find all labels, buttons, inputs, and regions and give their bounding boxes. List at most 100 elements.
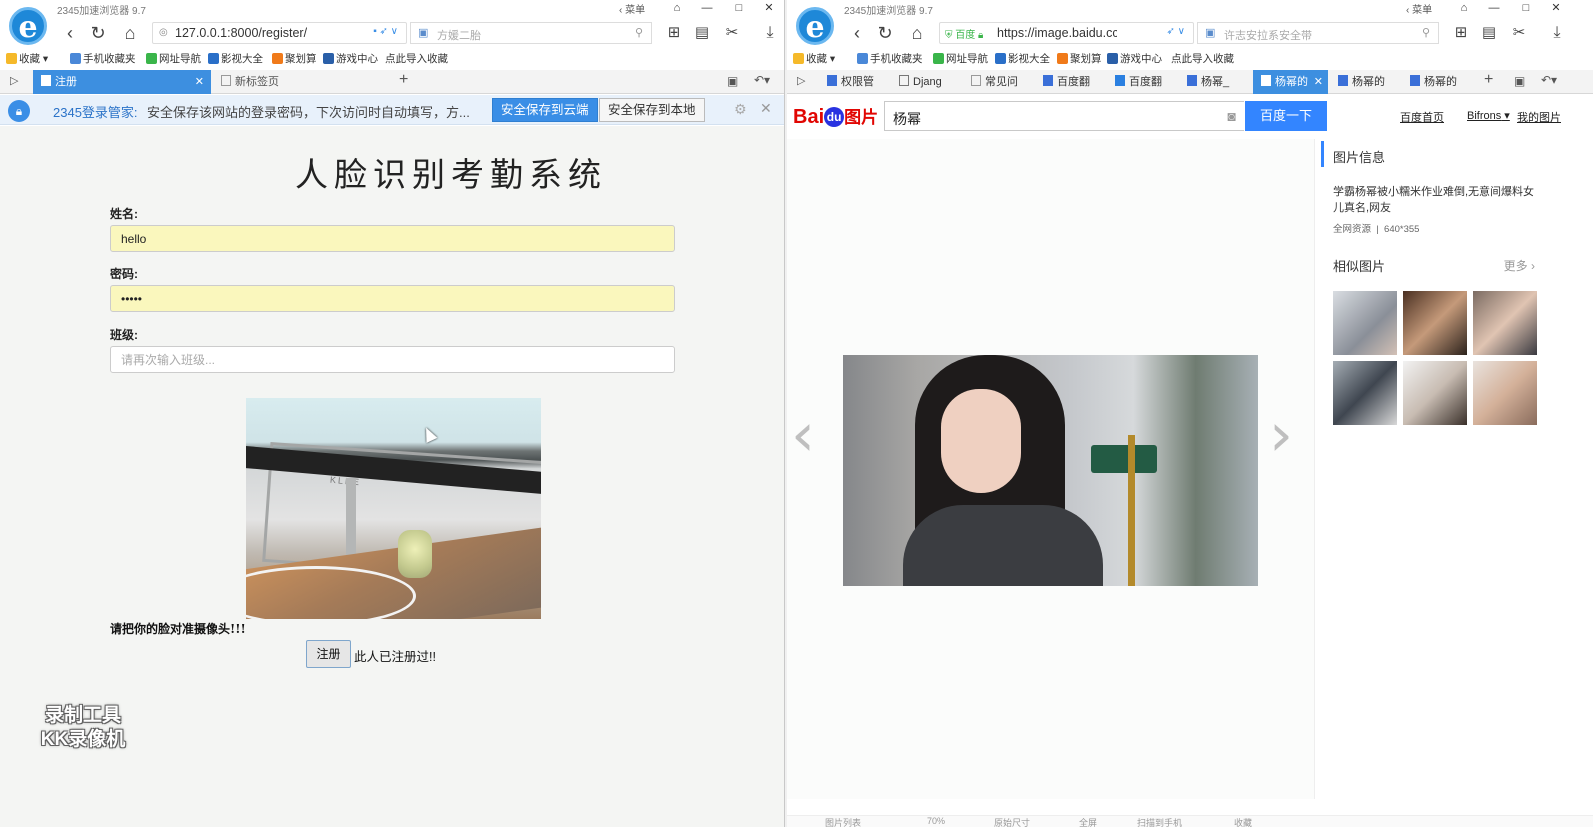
tab-item[interactable]: 杨幂的: [1402, 70, 1472, 94]
bookmark-item[interactable]: 影视大全: [208, 51, 263, 66]
toolbar-scan-to-phone[interactable]: 扫描到手机: [1137, 816, 1182, 827]
download-icon[interactable]: ⤓: [757, 20, 783, 46]
bookmark-favorites[interactable]: 收藏 ▾: [793, 51, 835, 66]
screenshot-icon[interactable]: ✂: [719, 20, 745, 46]
image-search-input[interactable]: 杨幂 ◙: [884, 101, 1244, 131]
similar-image-thumb[interactable]: [1333, 361, 1397, 425]
reader-icon[interactable]: ▤: [1476, 20, 1502, 46]
skin-icon[interactable]: ⌂: [1453, 0, 1475, 16]
bookmark-item[interactable]: 游戏中心: [1107, 51, 1162, 66]
save-to-cloud-button[interactable]: 安全保存到云端: [492, 98, 598, 122]
bookmark-import[interactable]: 点此导入收藏: [1171, 51, 1234, 66]
menu-button[interactable]: ‹ 菜单: [1406, 1, 1432, 16]
download-icon[interactable]: ⤓: [1544, 20, 1570, 46]
bookmark-item[interactable]: 手机收藏夹: [857, 51, 923, 66]
bag-icon[interactable]: ▣: [1514, 74, 1525, 88]
prev-arrow-icon[interactable]: ‹: [791, 405, 815, 465]
toolbar-image-list[interactable]: 图片列表: [825, 816, 861, 827]
address-actions-icon[interactable]: ▪ ➶ ∨: [373, 26, 398, 37]
close-infobar-icon[interactable]: ✕: [760, 100, 772, 117]
toolbar-fullscreen[interactable]: 全屏: [1079, 816, 1097, 827]
main-photo[interactable]: [843, 355, 1258, 586]
tab-item[interactable]: 百度翻: [1107, 70, 1177, 94]
undo-icon[interactable]: ↶▾: [1541, 73, 1557, 87]
register-button[interactable]: 注册: [306, 640, 351, 668]
bookmark-item[interactable]: 游戏中心: [323, 51, 378, 66]
similar-image-thumb[interactable]: [1473, 291, 1537, 355]
tab-item[interactable]: 常见问: [963, 70, 1033, 94]
close-tab-icon[interactable]: ✕: [1314, 70, 1323, 94]
close-window-button[interactable]: ✕: [758, 0, 780, 16]
link-baidu-home[interactable]: 百度首页: [1400, 109, 1444, 125]
bookmark-item[interactable]: 网址导航: [146, 51, 201, 66]
tab-item[interactable]: Djang: [891, 70, 961, 94]
sidebar-toggle-icon[interactable]: ▷: [797, 74, 805, 87]
minimize-button[interactable]: —: [1483, 0, 1505, 16]
new-tab-icon[interactable]: +: [399, 71, 408, 89]
apps-icon[interactable]: ⊞: [661, 20, 687, 46]
save-local-button[interactable]: 安全保存到本地: [599, 98, 705, 122]
back-icon[interactable]: ‹: [844, 20, 870, 46]
apps-icon[interactable]: ⊞: [1448, 20, 1474, 46]
link-user-menu[interactable]: Bifrons ▾: [1467, 109, 1510, 122]
tab-register[interactable]: 注册 ✕: [33, 70, 211, 94]
close-tab-icon[interactable]: ✕: [195, 70, 204, 94]
toolbar-zoom[interactable]: 70%: [927, 816, 945, 826]
search-box[interactable]: ▣ 方媛二胎 ⚲: [410, 22, 652, 44]
class-input[interactable]: [110, 346, 675, 373]
bookmark-import[interactable]: 点此导入收藏: [385, 51, 448, 66]
tab-new[interactable]: 新标签页: [213, 70, 391, 94]
home-icon[interactable]: ⌂: [904, 20, 930, 46]
tab-item[interactable]: 百度翻: [1035, 70, 1105, 94]
search-box[interactable]: ▣ 许志安拉系安全带 ⚲: [1197, 22, 1439, 44]
bag-icon[interactable]: ▣: [727, 74, 738, 88]
search-icon[interactable]: ⚲: [1422, 26, 1430, 39]
name-input[interactable]: [110, 225, 675, 252]
password-input[interactable]: [110, 285, 675, 312]
refresh-icon[interactable]: ↻: [872, 20, 898, 46]
camera-icon[interactable]: ◙: [1228, 108, 1236, 124]
search-engine-icon[interactable]: ▣: [1205, 26, 1215, 39]
address-actions-icon[interactable]: ➶ ∨: [1167, 26, 1185, 37]
maximize-button[interactable]: □: [1515, 0, 1537, 16]
address-bar[interactable]: ◎ 127.0.0.1:8000/register/ ▪ ➶ ∨: [152, 22, 407, 44]
similar-image-thumb[interactable]: [1333, 291, 1397, 355]
more-link[interactable]: 更多 ›: [1504, 257, 1535, 274]
bookmark-item[interactable]: 手机收藏夹: [70, 51, 136, 66]
toolbar-collect[interactable]: 收藏: [1234, 816, 1252, 827]
screenshot-icon[interactable]: ✂: [1506, 20, 1532, 46]
tab-item[interactable]: 权限管: [819, 70, 889, 94]
similar-image-thumb[interactable]: [1473, 361, 1537, 425]
next-arrow-icon[interactable]: ›: [1269, 405, 1293, 465]
baidu-logo[interactable]: Bai du 图片: [793, 103, 878, 129]
image-description[interactable]: 学霸杨幂被小糯米作业难倒,无意间爆料女儿真名,网友: [1333, 184, 1537, 216]
search-icon[interactable]: ⚲: [635, 26, 643, 39]
undo-icon[interactable]: ↶▾: [754, 73, 770, 87]
settings-icon[interactable]: ⚙: [734, 101, 747, 118]
bookmark-item[interactable]: 网址导航: [933, 51, 988, 66]
refresh-icon[interactable]: ↻: [85, 20, 111, 46]
tab-item[interactable]: 杨幂的: [1330, 70, 1400, 94]
bookmark-item[interactable]: 聚划算: [1057, 51, 1102, 66]
home-icon[interactable]: ⌂: [117, 20, 143, 46]
search-engine-icon[interactable]: ▣: [418, 26, 428, 39]
bookmark-favorites[interactable]: 收藏 ▾: [6, 51, 48, 66]
tab-active-image[interactable]: 杨幂的 ✕: [1253, 70, 1328, 94]
minimize-button[interactable]: —: [696, 0, 718, 16]
similar-image-thumb[interactable]: [1403, 361, 1467, 425]
tab-item[interactable]: 杨幂_: [1179, 70, 1249, 94]
bookmark-item[interactable]: 聚划算: [272, 51, 317, 66]
address-bar[interactable]: ⛨ 百度 🔒︎ https://image.baidu.cc ➶ ∨: [939, 22, 1194, 44]
reader-icon[interactable]: ▤: [689, 20, 715, 46]
new-tab-icon[interactable]: +: [1484, 71, 1493, 89]
link-my-images[interactable]: 我的图片: [1517, 109, 1561, 125]
toolbar-original-size[interactable]: 原始尺寸: [994, 816, 1030, 827]
close-window-button[interactable]: ✕: [1545, 0, 1567, 16]
back-icon[interactable]: ‹: [57, 20, 83, 46]
similar-image-thumb[interactable]: [1403, 291, 1467, 355]
baidu-search-button[interactable]: 百度一下: [1245, 101, 1327, 131]
skin-icon[interactable]: ⌂: [666, 0, 688, 16]
maximize-button[interactable]: □: [728, 0, 750, 16]
bookmark-item[interactable]: 影视大全: [995, 51, 1050, 66]
sidebar-toggle-icon[interactable]: ▷: [10, 74, 18, 87]
